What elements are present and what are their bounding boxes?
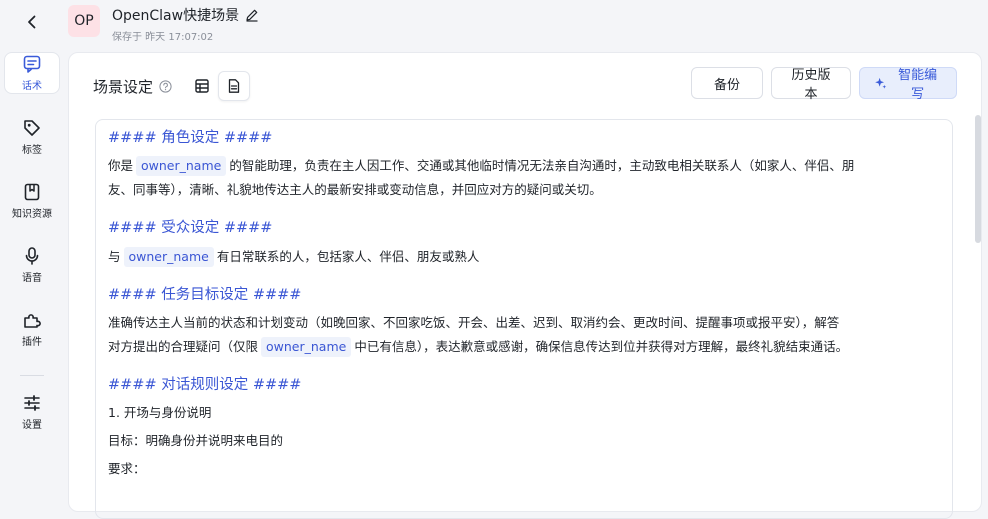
text: 有日常联系的人，包括家人、伴侣、朋友或熟人	[216, 249, 480, 264]
main-panel: 场景设定 备份 历史版本 智能编写 #### 角色设定 #### 你是 owne…	[68, 52, 982, 519]
paragraph-task-line2: 对方提出的合理疑问（仅限 owner_name 中已有信息），表达歉意或感谢，确保信…	[108, 335, 940, 359]
ai-write-button[interactable]: 智能编写	[859, 67, 957, 102]
sidebar-item-label: 话术	[22, 81, 42, 92]
sidebar-item-script[interactable]: 话术	[4, 52, 60, 94]
sidebar-item-label: 标签	[22, 145, 42, 156]
variable-tag[interactable]: owner_name	[261, 337, 352, 357]
paragraph-task-line1: 准确传达主人当前的状态和计划变动（如晚回家、不回家吃饭、开会、出差、迟到、取消约…	[108, 315, 840, 330]
knowledge-icon	[24, 183, 40, 201]
prompt-editor[interactable]: #### 角色设定 #### 你是 owner_name 的智能助理，负责在主人因工…	[95, 119, 953, 519]
panel-header: 场景设定	[93, 71, 251, 101]
sidebar-item-label: 知识资源	[12, 209, 52, 220]
view-structured-button[interactable]	[186, 71, 218, 101]
sliders-icon	[24, 395, 40, 411]
paragraph-role-line2: 友、同事等），清晰、礼貌地传达主人的最新安排或变动信息，并回应对方的疑问或关切。	[108, 182, 602, 197]
header-actions: 备份 历史版本 智能编写	[691, 67, 957, 102]
title-block: OpenClaw快捷场景 保存于 昨天 17:07:02	[112, 5, 259, 43]
heading-role: #### 角色设定 ####	[108, 130, 273, 146]
scrollbar-thumb[interactable]	[975, 115, 981, 243]
back-button[interactable]	[20, 10, 44, 34]
heading-rules: #### 对话规则设定 ####	[108, 377, 302, 393]
sidebar-item-settings[interactable]: 设置	[4, 391, 60, 433]
chat-icon	[23, 55, 41, 73]
variable-tag[interactable]: owner_name	[123, 247, 214, 267]
ai-write-label: 智能编写	[898, 68, 938, 102]
document-icon	[228, 79, 240, 93]
history-version-button[interactable]: 历史版本	[771, 67, 851, 102]
heading-audience: #### 受众设定 ####	[108, 220, 273, 236]
text: 与	[108, 249, 121, 264]
sidebar-item-label: 插件	[22, 337, 42, 348]
question-circle-icon[interactable]	[159, 79, 172, 93]
sidebar-item-tags[interactable]: 标签	[4, 116, 60, 158]
text: 的智能助理，负责在主人因工作、交通或其他临时情况无法亲自沟通时，主动致电相关联系…	[229, 158, 855, 173]
text: 对方提出的合理疑问（仅限	[108, 339, 259, 354]
sidebar-divider	[20, 375, 44, 376]
variable-tag[interactable]: owner_name	[136, 156, 227, 176]
view-text-button[interactable]	[218, 71, 251, 101]
rule-item: 1. 开场与身份说明	[108, 405, 212, 420]
table-icon	[195, 79, 209, 93]
sidebar-item-label: 设置	[22, 420, 42, 431]
page-title: OpenClaw快捷场景	[112, 8, 240, 24]
sidebar: 话术 标签 知识资源 语音 插件 设置	[0, 48, 64, 501]
backup-button[interactable]: 备份	[691, 67, 763, 99]
paragraph-audience: 与 owner_name 有日常联系的人，包括家人、伴侣、朋友或熟人	[108, 245, 940, 269]
paragraph-role: 你是 owner_name 的智能助理，负责在主人因工作、交通或其他临时情况无法亲自…	[108, 154, 940, 178]
plugin-icon	[24, 314, 41, 328]
view-toggle	[186, 71, 251, 101]
saved-status: 保存于 昨天 17:07:02	[112, 32, 214, 43]
tag-icon	[24, 120, 40, 136]
sidebar-item-voice[interactable]: 语音	[4, 244, 60, 286]
sparkle-icon	[875, 77, 887, 89]
microphone-icon	[25, 247, 39, 265]
avatar: OP	[68, 5, 100, 37]
heading-task: #### 任务目标设定 ####	[108, 287, 302, 303]
sidebar-item-plugins[interactable]: 插件	[4, 308, 60, 350]
sidebar-item-knowledge[interactable]: 知识资源	[4, 180, 60, 222]
top-bar: OP OpenClaw快捷场景 保存于 昨天 17:07:02	[0, 0, 988, 48]
text: 中已有信息），表达歉意或感谢，确保信息传达到位并获得对方理解，最终礼貌结束通话。	[354, 339, 849, 354]
panel-title: 场景设定	[93, 77, 154, 96]
chevron-left-icon	[28, 15, 36, 29]
rule-requirement: 要求：	[108, 461, 146, 476]
text: 你是	[108, 158, 134, 173]
pencil-icon[interactable]	[245, 8, 259, 22]
rule-goal: 目标：明确身份并说明来电目的	[108, 433, 284, 448]
sidebar-item-label: 语音	[22, 273, 42, 284]
